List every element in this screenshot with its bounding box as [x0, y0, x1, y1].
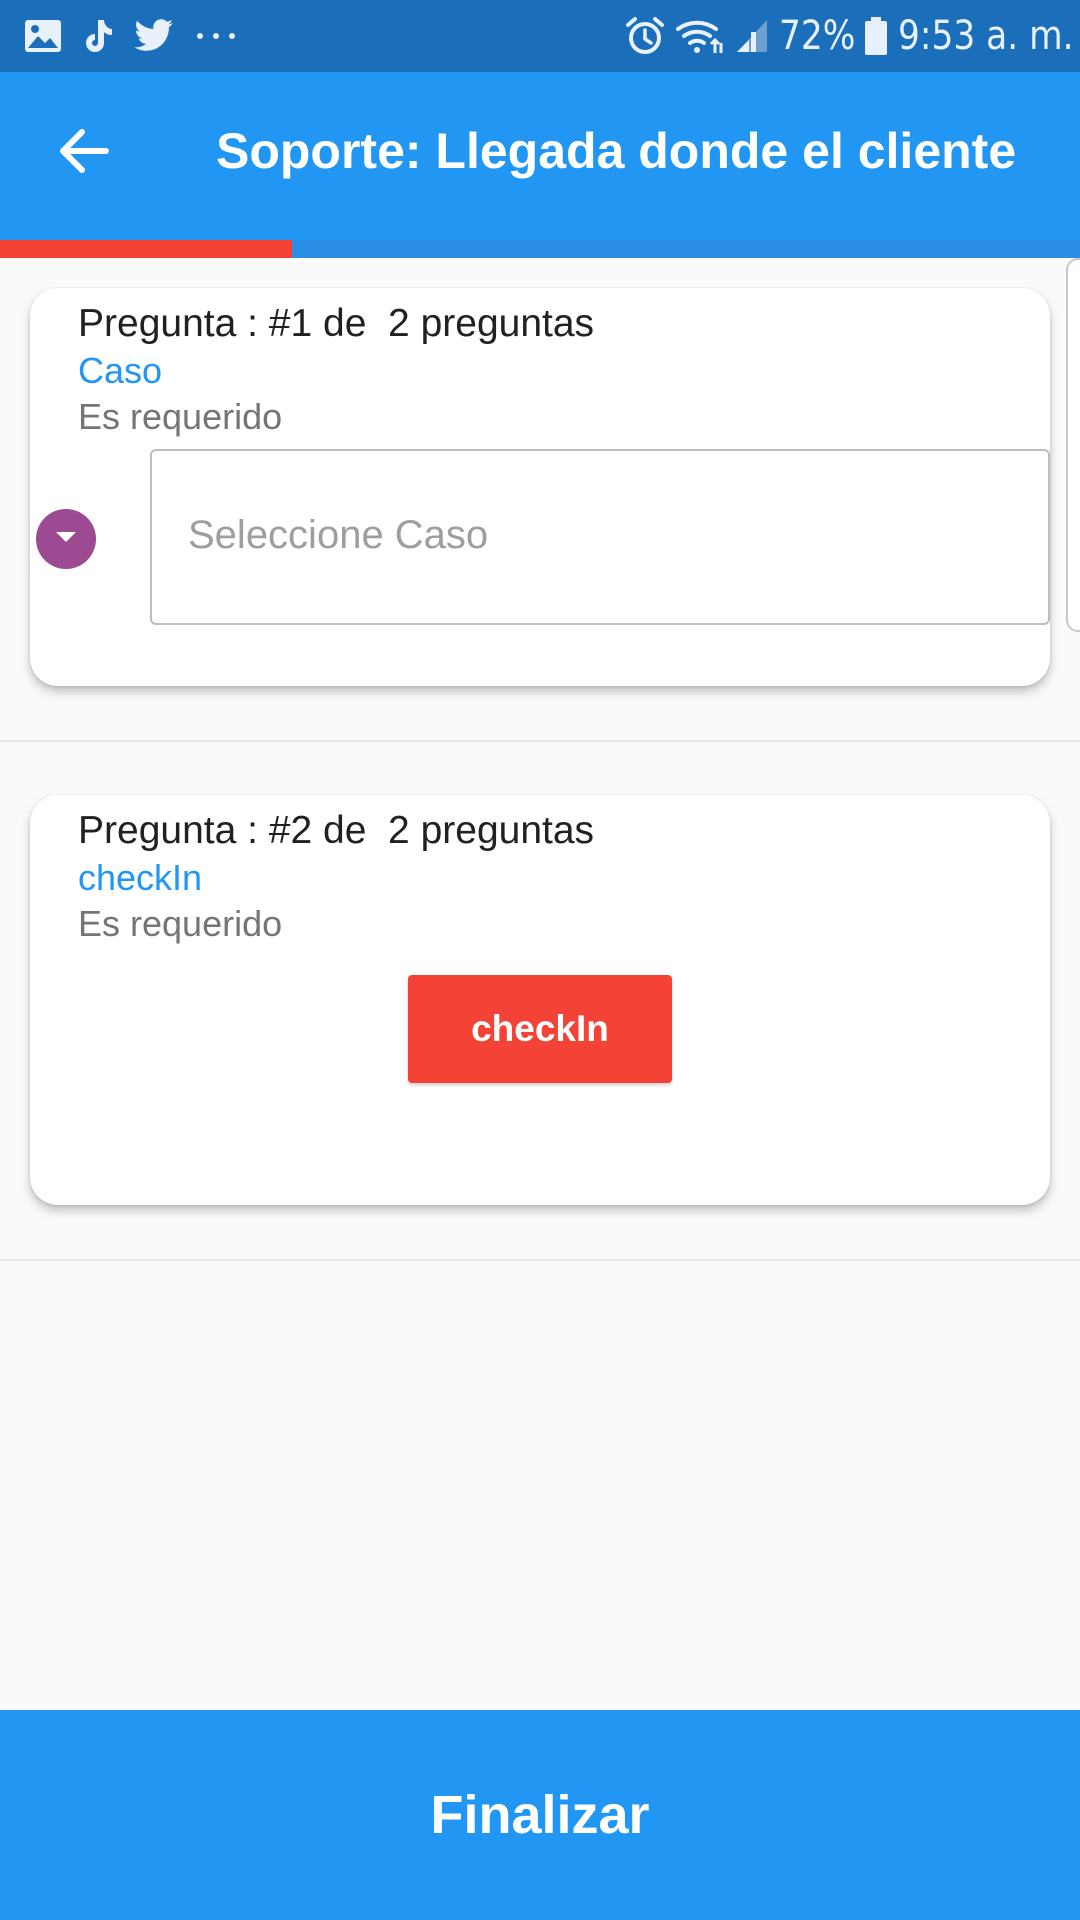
section-divider: [0, 1259, 1080, 1261]
status-time: 9:53 a. m.: [897, 13, 1074, 59]
wifi-icon: [675, 16, 725, 56]
question-card-2: Pregunta : #2 de 2 preguntas checkIn Es …: [30, 795, 1050, 1205]
battery-percentage: 72%: [778, 13, 856, 59]
status-bar: 72% 9:53 a. m.: [0, 0, 1080, 72]
signal-icon: [735, 18, 769, 54]
question-card-1: Pregunta : #1 de 2 preguntas Caso Es req…: [30, 288, 1050, 686]
alarm-icon: [625, 16, 665, 56]
question-2-required-text: Es requerido: [78, 903, 283, 944]
question-1-label: Caso: [78, 350, 163, 391]
caso-dropdown-toggle[interactable]: [36, 509, 96, 569]
more-dots-icon: [194, 31, 238, 41]
caso-select-field[interactable]: Seleccione Caso: [150, 449, 1050, 625]
caret-down-icon: [54, 530, 78, 549]
progress-fill: [0, 240, 292, 258]
checkin-button[interactable]: checkIn: [408, 975, 672, 1083]
finalize-button[interactable]: Finalizar: [0, 1710, 1080, 1920]
next-card-edge: [1066, 258, 1080, 632]
app-bar: Soporte: Llegada donde el cliente: [0, 72, 1080, 240]
question-2-header: Pregunta : #2 de 2 preguntas: [78, 809, 595, 852]
question-1-header: Pregunta : #1 de 2 preguntas: [78, 302, 595, 345]
arrow-left-icon: [58, 128, 110, 179]
back-button[interactable]: [48, 117, 120, 189]
status-bar-system: 72% 9:53 a. m.: [625, 10, 1073, 62]
question-2-label: checkIn: [78, 857, 203, 898]
twitter-icon: [134, 19, 174, 53]
progress-bar: [0, 240, 1080, 258]
page-title: Soporte: Llegada donde el cliente: [216, 123, 1017, 179]
tiktok-icon: [82, 18, 114, 54]
status-bar-notifications: [24, 14, 238, 58]
question-1-required-text: Es requerido: [78, 396, 283, 437]
caso-select-placeholder: Seleccione Caso: [188, 513, 489, 557]
gallery-icon: [24, 19, 62, 53]
battery-icon: [864, 16, 888, 56]
section-divider: [0, 740, 1080, 742]
